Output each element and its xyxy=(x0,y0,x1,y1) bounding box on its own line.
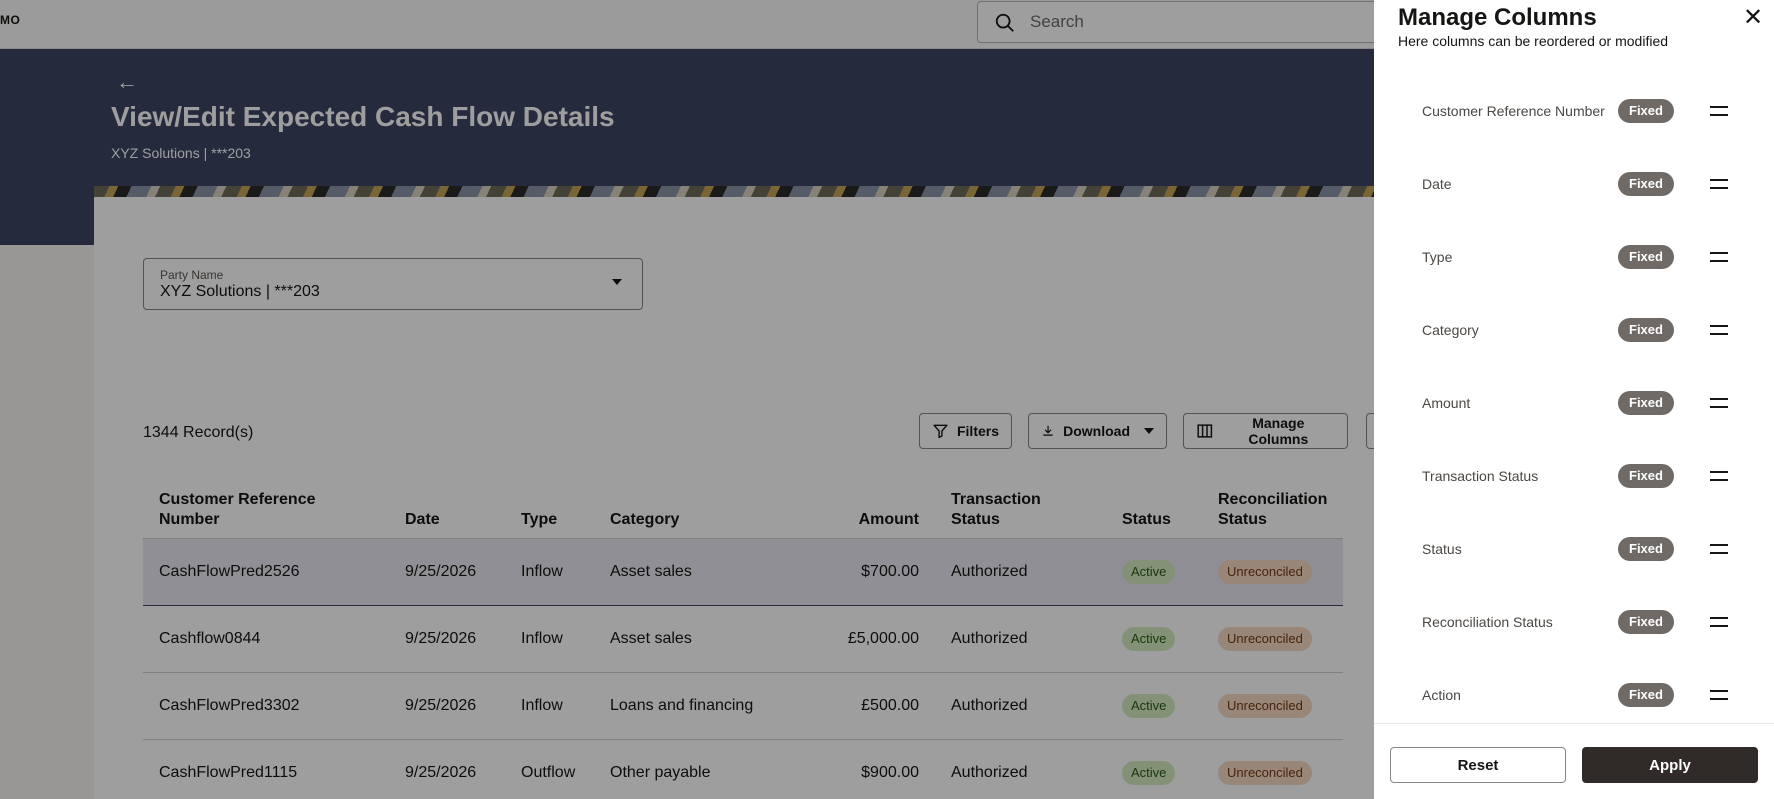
panel-title: Manage Columns xyxy=(1398,4,1597,31)
close-icon[interactable]: ✕ xyxy=(1741,6,1765,30)
fixed-badge: Fixed xyxy=(1618,318,1674,342)
column-name: Customer Reference Number xyxy=(1422,103,1605,119)
column-item[interactable]: Date Fixed xyxy=(1422,172,1742,196)
column-name: Action xyxy=(1422,687,1461,703)
drag-handle-icon[interactable] xyxy=(1710,471,1728,481)
drag-handle-icon[interactable] xyxy=(1710,252,1728,262)
fixed-badge: Fixed xyxy=(1618,683,1674,707)
fixed-badge: Fixed xyxy=(1618,99,1674,123)
fixed-badge: Fixed xyxy=(1618,172,1674,196)
apply-button[interactable]: Apply xyxy=(1582,747,1758,783)
column-name: Amount xyxy=(1422,395,1471,411)
fixed-badge: Fixed xyxy=(1618,391,1674,415)
column-name: Date xyxy=(1422,176,1452,192)
column-item[interactable]: Action Fixed xyxy=(1422,683,1742,707)
column-item[interactable]: Transaction Status Fixed xyxy=(1422,464,1742,488)
column-item[interactable]: Customer Reference Number Fixed xyxy=(1422,99,1742,123)
column-item[interactable]: Type Fixed xyxy=(1422,245,1742,269)
drag-handle-icon[interactable] xyxy=(1710,398,1728,408)
column-item[interactable]: Status Fixed xyxy=(1422,537,1742,561)
manage-columns-panel: Manage Columns Here columns can be reord… xyxy=(1374,0,1774,799)
column-item[interactable]: Amount Fixed xyxy=(1422,391,1742,415)
column-name: Status xyxy=(1422,541,1462,557)
drag-handle-icon[interactable] xyxy=(1710,179,1728,189)
drag-handle-icon[interactable] xyxy=(1710,617,1728,627)
column-item[interactable]: Category Fixed xyxy=(1422,318,1742,342)
column-name: Type xyxy=(1422,249,1453,265)
column-name: Transaction Status xyxy=(1422,468,1539,484)
fixed-badge: Fixed xyxy=(1618,610,1674,634)
fixed-badge: Fixed xyxy=(1618,245,1674,269)
fixed-badge: Fixed xyxy=(1618,464,1674,488)
column-name: Category xyxy=(1422,322,1479,338)
drag-handle-icon[interactable] xyxy=(1710,690,1728,700)
panel-subtitle: Here columns can be reordered or modifie… xyxy=(1398,33,1669,49)
column-name: Reconciliation Status xyxy=(1422,614,1553,630)
drag-handle-icon[interactable] xyxy=(1710,106,1728,116)
reset-button[interactable]: Reset xyxy=(1390,747,1566,783)
drag-handle-icon[interactable] xyxy=(1710,325,1728,335)
drag-handle-icon[interactable] xyxy=(1710,544,1728,554)
fixed-badge: Fixed xyxy=(1618,537,1674,561)
column-item[interactable]: Reconciliation Status Fixed xyxy=(1422,610,1742,634)
